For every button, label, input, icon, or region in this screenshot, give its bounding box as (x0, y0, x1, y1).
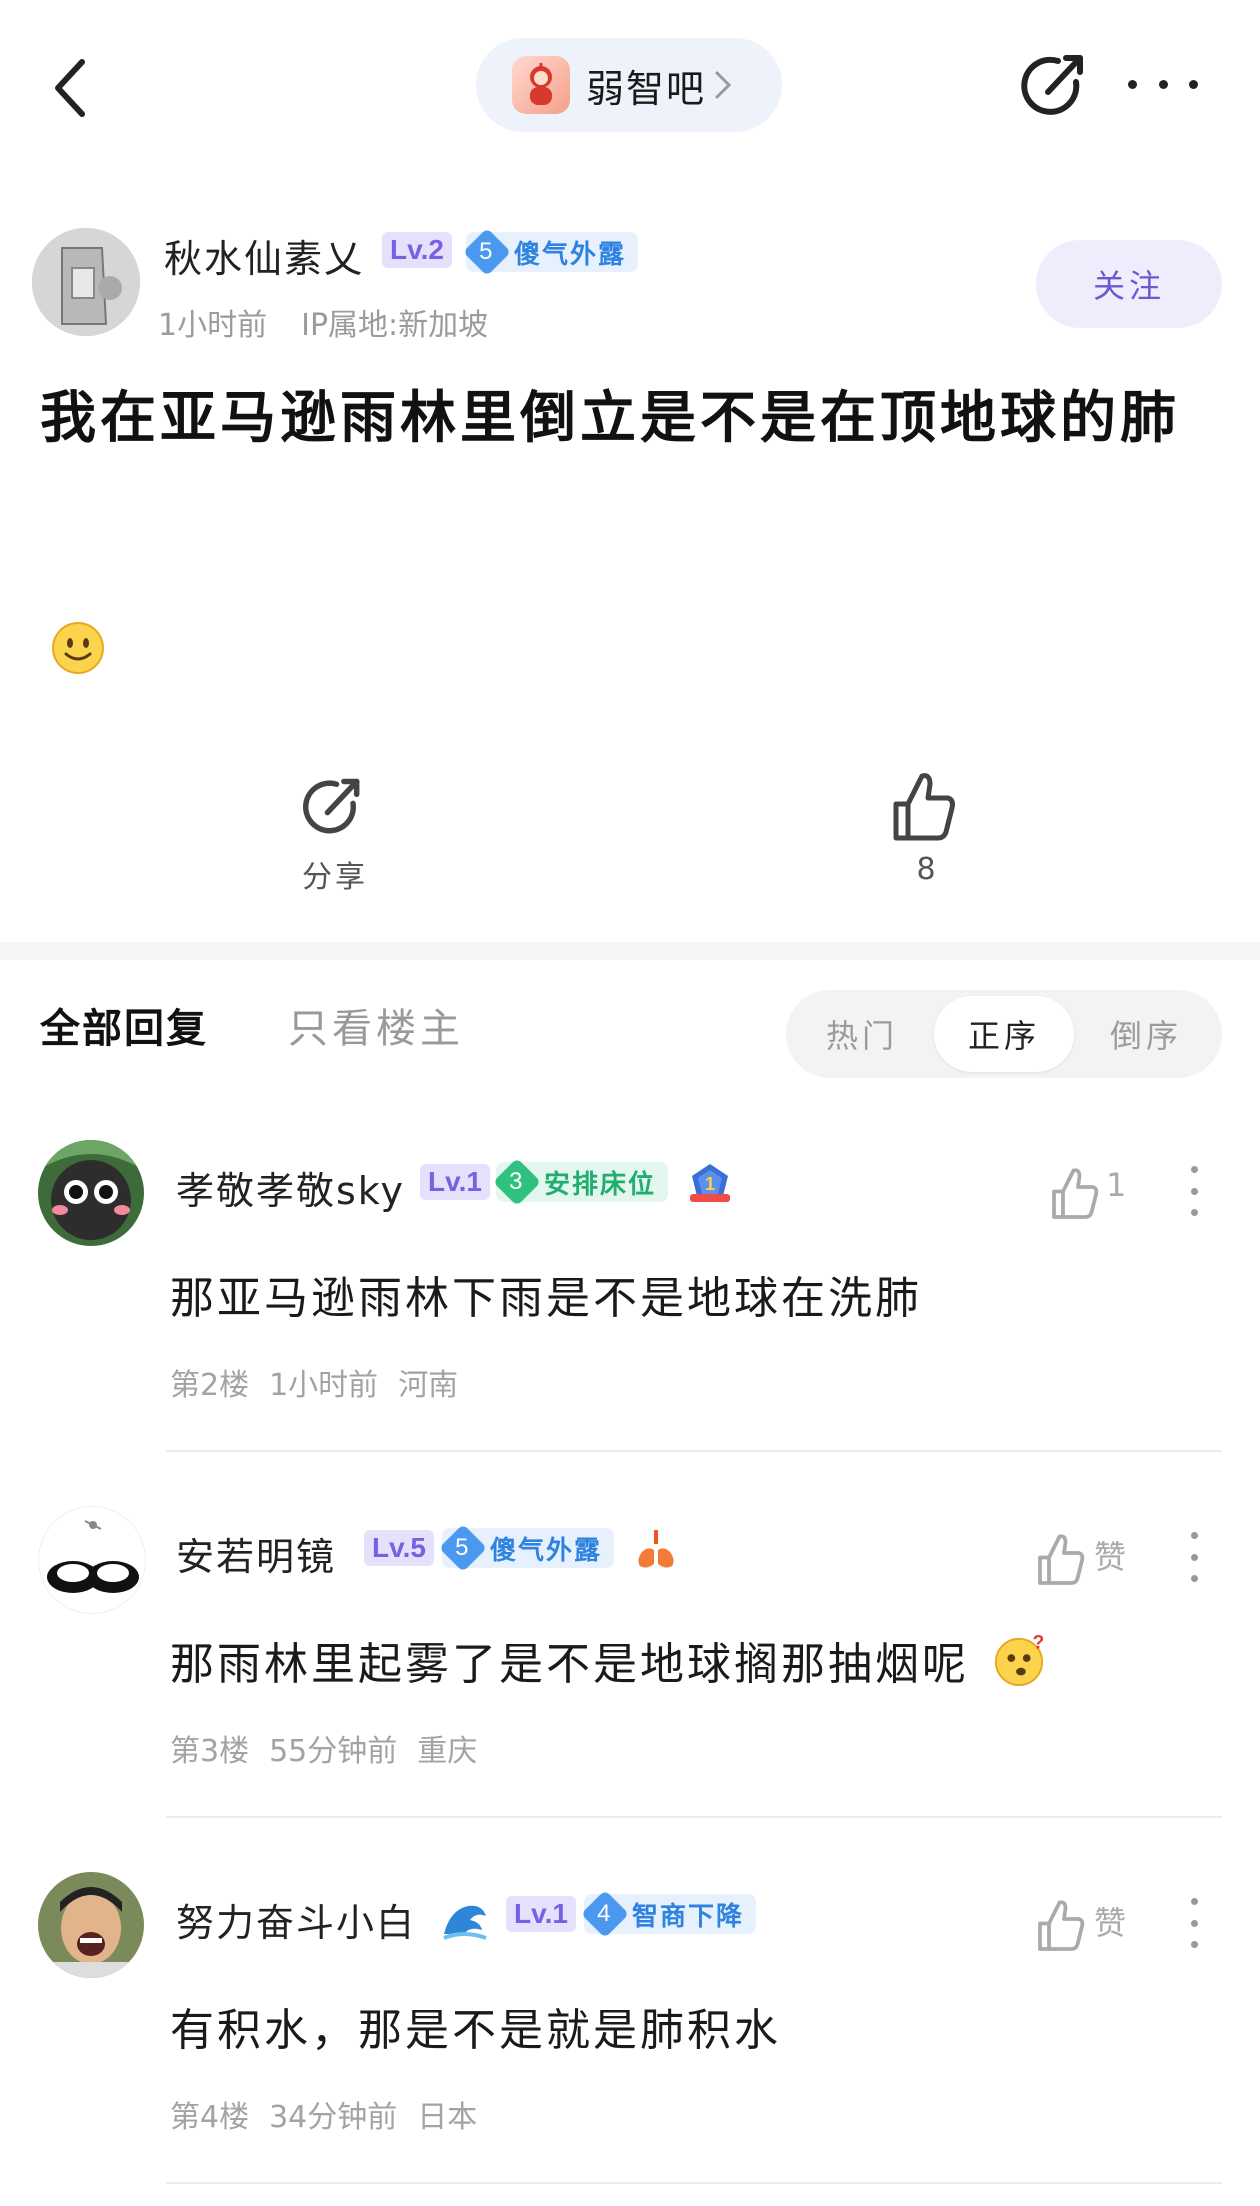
forum-link[interactable]: 弱智吧 (476, 38, 782, 132)
back-chevron-icon (55, 59, 85, 117)
level-badge: Lv.1 (420, 1164, 490, 1200)
divider (166, 1450, 1222, 1452)
reply-text: 有积水，那是不是就是肺积水 (170, 2005, 781, 2056)
more-icon (1128, 79, 1137, 89)
sort-descending[interactable]: 倒序 (1076, 996, 1216, 1072)
back-button[interactable] (40, 48, 100, 128)
post-time: 1小时前 (158, 308, 268, 343)
thumbs-up-icon[interactable] (1034, 1898, 1088, 1952)
reply-avatar[interactable] (38, 1872, 144, 1978)
reply-text: 那雨林里起雾了是不是地球搁那抽烟呢 ? (170, 1628, 1046, 1692)
reply-username[interactable]: 安若明镜 (176, 1526, 336, 1581)
like-count: 8 (916, 852, 936, 887)
reply-time: 34分钟前 (269, 2100, 398, 2135)
badge-text: 傻气外露 (490, 1535, 603, 1566)
reply-time: 1小时前 (269, 1368, 379, 1403)
title-badge: 5 傻气外露 (462, 227, 639, 277)
level-badge: Lv.1 (506, 1896, 576, 1932)
reply-username[interactable]: 努力奋斗小白 (176, 1892, 416, 1947)
divider (166, 2182, 1222, 2184)
svg-text:1: 1 (705, 1174, 715, 1194)
sort-ascending[interactable]: 正序 (934, 996, 1074, 1072)
post-meta: 1小时前 IP属地:新加坡 (158, 300, 522, 344)
floor-number: 第3楼 (170, 1734, 250, 1769)
forum-logo-icon (512, 56, 570, 114)
title-badge: 5 傻气外露 (438, 1523, 615, 1573)
rank-medal-icon: 1 (690, 1164, 730, 1202)
badge-number-icon: 5 (438, 1523, 488, 1573)
lungs-icon (638, 1530, 674, 1568)
author-avatar[interactable] (32, 228, 140, 336)
reply-location: 重庆 (417, 1734, 478, 1769)
svg-text:?: ? (1033, 1633, 1047, 1653)
level-badge: Lv.2 (382, 232, 452, 268)
floor-number: 第2楼 (170, 1368, 250, 1403)
more-icon[interactable] (1188, 1166, 1200, 1216)
thumbs-up-icon (893, 773, 955, 841)
reply-like-count[interactable]: 1 (1106, 1166, 1126, 1204)
reply-meta: 第4楼 34分钟前 日本 (170, 2092, 497, 2136)
section-divider (0, 942, 1260, 960)
share-label: 分享 (302, 860, 368, 895)
tab-op-only[interactable]: 只看楼主 (288, 996, 464, 1054)
chevron-right-icon (715, 71, 732, 99)
reply-text-content: 那雨林里起雾了是不是地球搁那抽烟呢 (170, 1639, 969, 1690)
sort-hot[interactable]: 热门 (792, 996, 932, 1072)
reply-meta: 第2楼 1小时前 河南 (170, 1360, 478, 1404)
title-badge: 4 智商下降 (580, 1889, 757, 1939)
thumbs-up-icon[interactable] (1034, 1532, 1088, 1586)
reply-username-text: 努力奋斗小白 (176, 1901, 417, 1945)
smiley-emoji-icon (50, 620, 106, 676)
share-icon (1021, 55, 1083, 115)
like-post-button[interactable] (890, 770, 962, 846)
reply-like-label[interactable]: 赞 (1094, 1898, 1126, 1944)
badge-number-icon: 5 (462, 227, 512, 277)
badge-text: 安排床位 (544, 1169, 657, 1200)
more-icon-dot (1189, 79, 1198, 89)
share-button[interactable] (1018, 52, 1088, 122)
reply-username[interactable]: 孝敬孝敬sky (176, 1160, 405, 1215)
reply-location: 河南 (398, 1368, 459, 1403)
ip-location: IP属地:新加坡 (301, 308, 489, 343)
share-post-button[interactable] (300, 776, 370, 846)
level-badge: Lv.5 (364, 1530, 434, 1566)
author-name[interactable]: 秋水仙素乂 (164, 228, 364, 283)
forum-name: 弱智吧 (586, 66, 707, 111)
reply-like-label[interactable]: 赞 (1094, 1532, 1126, 1578)
badge-text: 智商下降 (632, 1901, 745, 1932)
reply-text: 那亚马逊雨林下雨是不是地球在洗肺 (170, 1273, 922, 1324)
post-title: 我在亚马逊雨林里倒立是不是在顶地球的肺 (40, 385, 1180, 451)
reply-avatar[interactable] (38, 1140, 144, 1246)
more-icon[interactable] (1188, 1898, 1200, 1948)
sort-toggle: 热门 正序 倒序 (786, 990, 1222, 1078)
more-icon-dot (1158, 79, 1168, 89)
tab-all-replies[interactable]: 全部回复 (40, 996, 208, 1054)
badge-text: 傻气外露 (514, 239, 627, 270)
badge-number-icon: 3 (492, 1157, 542, 1207)
share-icon (303, 778, 360, 834)
floor-number: 第4楼 (170, 2100, 250, 2135)
reply-location: 日本 (417, 2100, 478, 2135)
thumbs-up-icon[interactable] (1048, 1166, 1102, 1220)
reply-time: 55分钟前 (269, 1734, 398, 1769)
title-badge: 3 安排床位 (492, 1157, 669, 1207)
more-menu-button[interactable] (1128, 58, 1198, 110)
divider (166, 1816, 1222, 1818)
wave-icon (443, 1905, 487, 1940)
more-icon[interactable] (1188, 1532, 1200, 1582)
thinking-emoji-icon: ? (994, 1632, 1047, 1687)
follow-button[interactable]: 关注 (1036, 240, 1222, 328)
reply-meta: 第3楼 55分钟前 重庆 (170, 1726, 497, 1770)
badge-number-icon: 4 (580, 1889, 630, 1939)
reply-avatar[interactable] (38, 1506, 146, 1614)
